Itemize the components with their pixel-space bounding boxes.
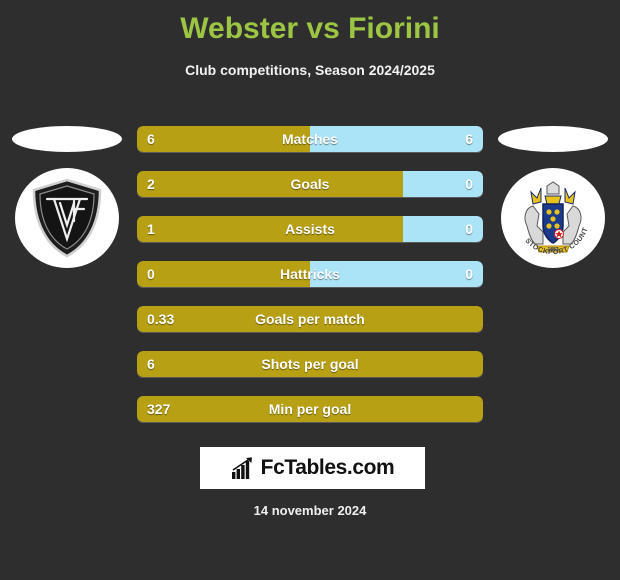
- away-stat-value: 0: [465, 221, 473, 237]
- home-bar-fill: [137, 126, 310, 152]
- home-bar-fill: [137, 171, 404, 197]
- stat-row: 0.33 Goals per match: [0, 306, 620, 332]
- stat-bar: 6 6 Matches: [137, 126, 483, 152]
- home-bar-fill: [137, 306, 483, 332]
- stat-bar: 0 0 Hattricks: [137, 261, 483, 287]
- home-stat-value: 0.33: [147, 311, 175, 327]
- fctables-logo-text: FcTables.com: [260, 456, 395, 479]
- home-bar-fill: [137, 261, 310, 287]
- stat-row: 6 6 Matches: [0, 126, 620, 152]
- comparison-infographic: Webster vs Fiorini Club competitions, Se…: [0, 0, 620, 580]
- stat-bar: 2 0 Goals: [137, 171, 483, 197]
- away-bar-fill: [310, 126, 483, 152]
- away-bar-fill: [310, 261, 483, 287]
- away-stat-value: 6: [465, 131, 473, 147]
- stat-row: 327 Min per goal: [0, 396, 620, 422]
- page-title: Webster vs Fiorini: [180, 12, 440, 45]
- home-bar-fill: [137, 396, 483, 422]
- bar-chart-growth-icon: [231, 457, 252, 479]
- away-stat-value: 0: [465, 266, 473, 282]
- home-stat-value: 2: [147, 176, 155, 192]
- stat-row: 1 0 Assists: [0, 216, 620, 242]
- stat-bar: 1 0 Assists: [137, 216, 483, 242]
- home-stat-value: 0: [147, 266, 155, 282]
- stat-row: 2 0 Goals: [0, 171, 620, 197]
- stat-bar: 6 Shots per goal: [137, 351, 483, 377]
- stat-row: 6 Shots per goal: [0, 351, 620, 377]
- home-stat-value: 6: [147, 356, 155, 372]
- stat-bar: 327 Min per goal: [137, 396, 483, 422]
- home-bar-fill: [137, 351, 483, 377]
- home-stat-value: 6: [147, 131, 155, 147]
- home-bar-fill: [137, 216, 404, 242]
- stat-row: 0 0 Hattricks: [0, 261, 620, 287]
- away-stat-value: 0: [465, 176, 473, 192]
- date-label: 14 november 2024: [253, 503, 367, 518]
- stats-rows: 6 6 Matches 2 0 Goals 1 0 Assists 0 0 Hattricks 0.33…: [0, 126, 620, 441]
- home-stat-value: 327: [147, 401, 171, 417]
- home-stat-value: 1: [147, 221, 155, 237]
- page-subtitle: Club competitions, Season 2024/2025: [185, 62, 435, 78]
- fctables-logo[interactable]: FcTables.com: [200, 447, 425, 489]
- stat-bar: 0.33 Goals per match: [137, 306, 483, 332]
